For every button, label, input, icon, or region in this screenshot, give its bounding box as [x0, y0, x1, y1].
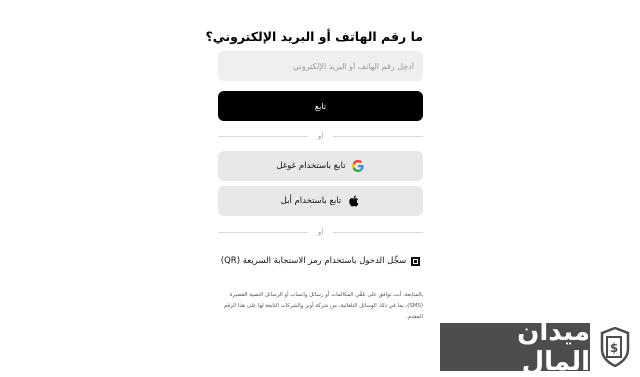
- phone-email-input[interactable]: [218, 51, 423, 81]
- money-shield-icon: $: [590, 323, 640, 371]
- divider-line: [218, 135, 308, 137]
- apple-icon: [347, 195, 360, 208]
- page-title: ما رقم الهاتف أو البريد الإلكتروني؟: [205, 29, 424, 44]
- continue-button[interactable]: تابع: [218, 91, 423, 121]
- divider-line: [333, 135, 424, 137]
- apple-button-label: تابع باستخدام أبل: [280, 196, 342, 206]
- google-button-label: تابع باستخدام غوغل: [276, 161, 346, 171]
- watermark-logo: ميدان المال $: [440, 317, 640, 377]
- watermark-text: ميدان المال: [440, 317, 590, 377]
- divider-text: أو: [317, 228, 324, 236]
- or-divider: أو: [218, 131, 424, 141]
- qr-code-icon: [411, 256, 421, 266]
- apple-continue-button[interactable]: تابع باستخدام أبل: [218, 186, 423, 216]
- continue-button-label: تابع: [314, 101, 327, 111]
- google-continue-button[interactable]: تابع باستخدام غوغل: [218, 151, 423, 181]
- legal-notice: بالمتابعة، أنت توافق على تلقّي المكالمات…: [223, 292, 423, 320]
- qr-login-label: سجِّل الدخول باستخدام رمز الاستجابة السر…: [220, 256, 407, 266]
- divider-text: أو: [317, 132, 324, 140]
- or-divider: أو: [218, 227, 424, 237]
- svg-text:$: $: [610, 341, 618, 355]
- divider-line: [218, 231, 308, 233]
- divider-line: [333, 231, 424, 233]
- qr-login-link[interactable]: سجِّل الدخول باستخدام رمز الاستجابة السر…: [218, 254, 423, 268]
- google-icon: [352, 160, 365, 173]
